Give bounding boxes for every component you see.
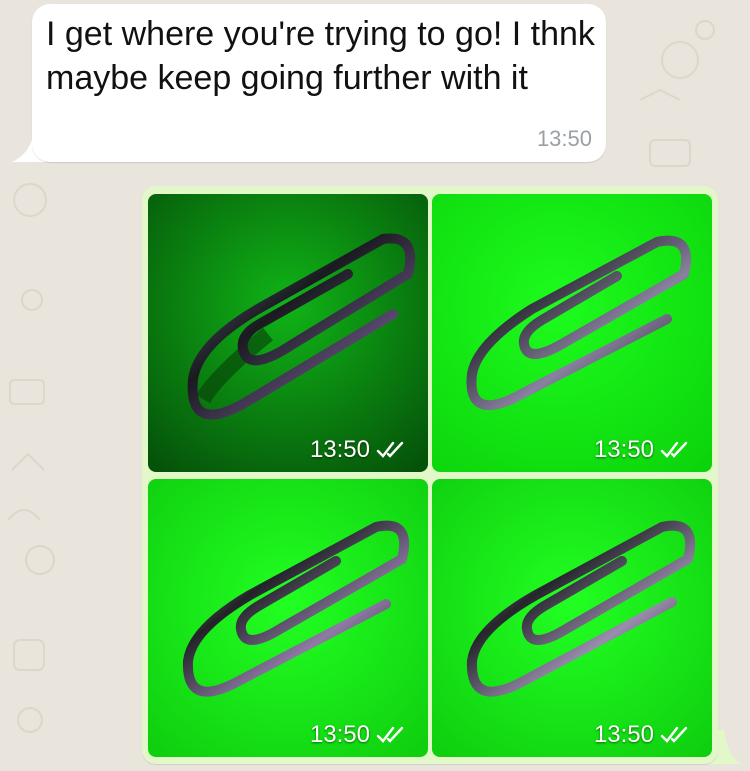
incoming-message-time: 13:50 (536, 126, 592, 151)
paperclip-image-2 (432, 194, 712, 472)
paperclip-image-1 (148, 194, 428, 472)
tile-3-time: 13:50 (309, 721, 370, 748)
double-check-read-icon (376, 440, 406, 460)
outgoing-image-album-bubble[interactable]: 13:50 13:50 13:50 13:50 (142, 186, 718, 764)
tile-2-meta: 13:50 (594, 436, 690, 464)
incoming-message-text: I get where you're trying to go! I thnk … (46, 15, 595, 97)
tile-1-meta: 13:50 (310, 436, 406, 464)
tile-1-time: 13:50 (309, 436, 370, 463)
tile-3-meta: 13:50 (310, 721, 406, 749)
image-tile-4[interactable]: 13:50 (432, 479, 712, 757)
tile-4-meta: 13:50 (594, 721, 690, 749)
image-tile-2[interactable]: 13:50 (432, 194, 712, 472)
image-tile-3[interactable]: 13:50 (148, 479, 428, 757)
double-check-read-icon (660, 725, 690, 745)
incoming-message-bubble[interactable]: I get where you're trying to go! I thnk … (32, 4, 606, 162)
image-tile-1[interactable]: 13:50 (148, 194, 428, 472)
double-check-read-icon (660, 440, 690, 460)
tile-2-time: 13:50 (593, 436, 654, 463)
paperclip-image-4 (432, 479, 712, 757)
tile-4-time: 13:50 (593, 721, 654, 748)
paperclip-image-3 (148, 479, 428, 757)
double-check-read-icon (376, 725, 406, 745)
